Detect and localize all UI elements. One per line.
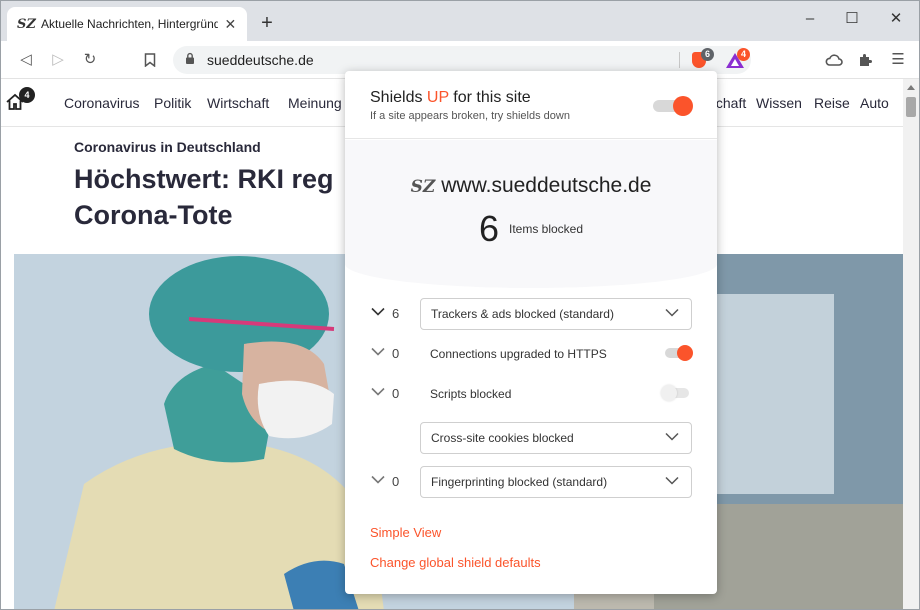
nav-link-reise[interactable]: Reise xyxy=(814,95,850,111)
fingerprinting-count: 0 xyxy=(392,474,400,489)
article-headline[interactable]: Höchstwert: RKI reg Corona-Tote xyxy=(74,161,374,233)
close-window-button[interactable]: ✕ xyxy=(881,7,911,31)
shields-panel: Shields UP for this site If a site appea… xyxy=(345,71,717,594)
chevron-down-icon[interactable] xyxy=(371,384,385,399)
close-tab-icon[interactable]: ✕ xyxy=(224,16,237,33)
fingerprinting-select[interactable]: Fingerprinting blocked (standard) xyxy=(420,466,692,498)
shields-subtitle: If a site appears broken, try shields do… xyxy=(370,110,570,122)
brave-rewards-button[interactable]: 4 xyxy=(725,48,750,70)
new-tab-button[interactable]: + xyxy=(257,13,277,33)
brave-shields-button[interactable]: 6 xyxy=(689,48,714,70)
site-host: www.sueddeutsche.de xyxy=(441,174,652,197)
back-icon[interactable]: ◁ xyxy=(15,49,37,71)
forward-icon[interactable]: ▷ xyxy=(47,49,69,71)
maximize-button[interactable]: ☐ xyxy=(837,7,867,31)
chevron-down-icon xyxy=(665,306,679,320)
home-notification-badge: 4 xyxy=(19,87,35,103)
shields-summary: SZ www.sueddeutsche.de 6 Items blocked xyxy=(345,140,717,288)
https-label: Connections upgraded to HTTPS xyxy=(430,347,607,361)
scripts-label: Scripts blocked xyxy=(430,387,512,401)
page-scrollbar[interactable] xyxy=(903,79,919,609)
menu-icon[interactable]: ☰ xyxy=(887,49,909,71)
toggle-knob xyxy=(677,345,693,361)
scripts-toggle[interactable] xyxy=(661,385,689,401)
scroll-up-arrow-icon[interactable] xyxy=(907,85,915,90)
shields-panel-header: Shields UP for this site If a site appea… xyxy=(345,71,717,139)
shields-state-label: UP xyxy=(426,89,449,106)
tab-title: Aktuelle Nachrichten, Hintergründe xyxy=(41,17,218,31)
scripts-count: 0 xyxy=(392,386,400,401)
chevron-down-icon xyxy=(665,474,679,488)
shields-main-toggle[interactable] xyxy=(653,96,693,116)
items-blocked-count: 6 xyxy=(478,208,499,249)
nav-link-coronavirus[interactable]: Coronavirus xyxy=(64,95,139,111)
shields-status-title: Shields UP for this site xyxy=(370,89,531,107)
cookies-row: Cross-site cookies blocked xyxy=(345,422,717,454)
nav-link-wirtschaft[interactable]: Wirtschaft xyxy=(207,95,269,111)
chevron-down-icon xyxy=(665,430,679,444)
minimize-button[interactable]: – xyxy=(795,7,825,31)
tab-sueddeutsche[interactable]: SZ Aktuelle Nachrichten, Hintergründe ✕ xyxy=(7,7,247,41)
nav-link-meinung[interactable]: Meinung xyxy=(288,95,342,111)
trackers-row: 6 Trackers & ads blocked (standard) xyxy=(345,298,717,330)
trackers-select-value: Trackers & ads blocked (standard) xyxy=(431,307,614,321)
fingerprinting-row: 0 Fingerprinting blocked (standard) xyxy=(345,466,717,498)
sz-logo-icon: SZ xyxy=(410,177,436,197)
shields-count-badge: 6 xyxy=(701,48,714,61)
https-row: 0 Connections upgraded to HTTPS xyxy=(345,338,717,370)
toggle-knob xyxy=(673,96,693,116)
rewards-triangle-inner xyxy=(731,59,739,66)
toggle-knob xyxy=(661,385,677,401)
items-blocked-label: Items blocked xyxy=(508,222,584,236)
simple-view-link[interactable]: Simple View xyxy=(370,525,441,540)
items-blocked-summary: 6 Items blocked xyxy=(345,208,717,250)
nav-link-politik[interactable]: Politik xyxy=(154,95,191,111)
cookies-select-value: Cross-site cookies blocked xyxy=(431,431,574,445)
sz-favicon-icon: SZ xyxy=(17,16,36,32)
bookmark-icon[interactable] xyxy=(139,49,161,71)
address-bar[interactable]: sueddeutsche.de 6 4 xyxy=(173,46,751,74)
reload-icon[interactable]: ↻ xyxy=(79,49,101,71)
shields-title-prefix: Shields xyxy=(370,89,427,106)
tab-strip: SZ Aktuelle Nachrichten, Hintergründe ✕ … xyxy=(1,1,919,41)
lock-icon[interactable] xyxy=(185,52,195,68)
shields-title-suffix: for this site xyxy=(448,89,531,106)
rewards-count-badge: 4 xyxy=(737,48,750,61)
article-kicker[interactable]: Coronavirus in Deutschland xyxy=(74,139,261,155)
chevron-down-icon[interactable] xyxy=(371,472,385,487)
https-count: 0 xyxy=(392,346,400,361)
fingerprinting-select-value: Fingerprinting blocked (standard) xyxy=(431,475,608,489)
scripts-row: 0 Scripts blocked xyxy=(345,378,717,410)
nav-link-wissen[interactable]: Wissen xyxy=(756,95,802,111)
url-text: sueddeutsche.de xyxy=(207,52,314,68)
sync-cloud-icon[interactable] xyxy=(823,49,845,71)
extensions-puzzle-icon[interactable] xyxy=(855,49,877,71)
trackers-count: 6 xyxy=(392,306,400,321)
https-toggle[interactable] xyxy=(665,345,693,361)
site-identity: SZ www.sueddeutsche.de xyxy=(345,174,717,198)
trackers-select[interactable]: Trackers & ads blocked (standard) xyxy=(420,298,692,330)
nav-link-auto[interactable]: Auto xyxy=(860,95,889,111)
browser-window: SZ Aktuelle Nachrichten, Hintergründe ✕ … xyxy=(0,0,920,610)
chevron-down-icon[interactable] xyxy=(371,304,385,319)
scroll-thumb[interactable] xyxy=(906,97,916,117)
global-shield-defaults-link[interactable]: Change global shield defaults xyxy=(370,555,541,570)
chevron-down-icon[interactable] xyxy=(371,344,385,359)
cookies-select[interactable]: Cross-site cookies blocked xyxy=(420,422,692,454)
address-bar-separator xyxy=(679,52,680,68)
